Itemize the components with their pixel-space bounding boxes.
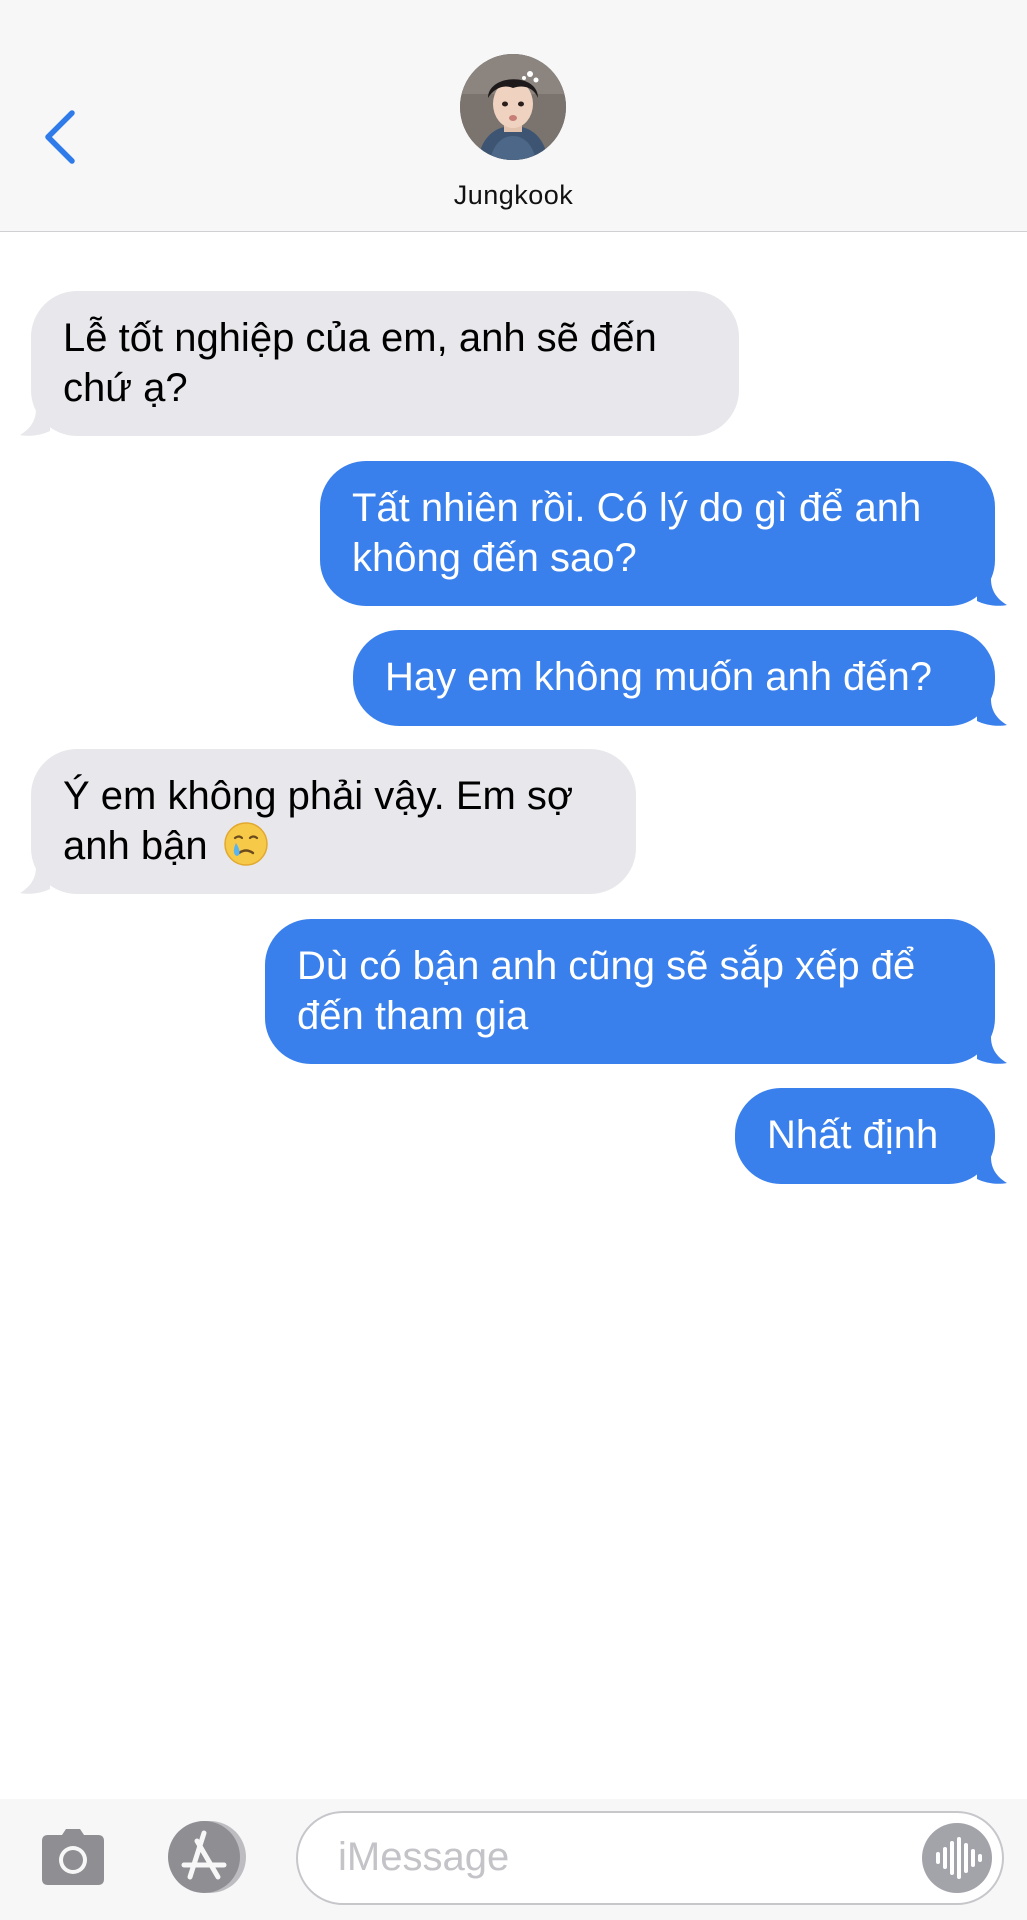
- camera-icon: [42, 1829, 104, 1885]
- message-thread: Lễ tốt nghiệp của em, anh sẽ đến chứ ạ? …: [0, 231, 1027, 1799]
- app-store-icon: [168, 1821, 246, 1893]
- message-bubble-incoming[interactable]: Ý em không phải vậy. Em sợ anh bận: [31, 749, 636, 894]
- avatar-photo: [460, 54, 566, 160]
- camera-button[interactable]: [40, 1827, 106, 1887]
- audio-message-button[interactable]: [922, 1823, 992, 1893]
- message-text: Lễ tốt nghiệp của em, anh sẽ đến chứ ạ?: [63, 316, 657, 410]
- back-button[interactable]: [38, 105, 88, 169]
- message-text: Ý em không phải vậy. Em sợ anh bận: [63, 774, 574, 868]
- bubble-tail-incoming: [20, 867, 50, 894]
- message-text: Tất nhiên rồi. Có lý do gì để anh không …: [352, 486, 922, 580]
- bubble-tail-outgoing: [977, 1157, 1007, 1184]
- bubble-tail-outgoing: [977, 1037, 1007, 1064]
- message-bubble-outgoing[interactable]: Hay em không muốn anh đến?: [353, 630, 995, 726]
- message-text: Nhất định: [767, 1113, 939, 1157]
- bubble-tail-outgoing: [977, 579, 1007, 606]
- message-bubble-incoming[interactable]: Lễ tốt nghiệp của em, anh sẽ đến chứ ạ?: [31, 291, 739, 436]
- message-text: Dù có bận anh cũng sẽ sắp xếp để đến tha…: [297, 944, 916, 1038]
- message-bubble-outgoing[interactable]: Tất nhiên rồi. Có lý do gì để anh không …: [320, 461, 995, 606]
- imessage-input[interactable]: iMessage: [296, 1811, 1004, 1905]
- conversation-header: Jungkook: [0, 0, 1027, 232]
- contact-name[interactable]: Jungkook: [0, 180, 1027, 211]
- message-bubble-outgoing[interactable]: Nhất định: [735, 1088, 995, 1184]
- input-placeholder: iMessage: [338, 1835, 510, 1879]
- bubble-tail-outgoing: [977, 699, 1007, 726]
- message-text: Hay em không muốn anh đến?: [385, 655, 933, 699]
- message-bubble-outgoing[interactable]: Dù có bận anh cũng sẽ sắp xếp để đến tha…: [265, 919, 995, 1064]
- chevron-left-icon: [45, 110, 75, 164]
- crying-face-emoji-icon: [223, 822, 268, 866]
- composer-toolbar: iMessage: [0, 1799, 1027, 1920]
- contact-avatar[interactable]: [460, 54, 566, 160]
- bubble-tail-incoming: [20, 409, 50, 436]
- app-store-button[interactable]: [164, 1819, 254, 1895]
- waveform-icon: [936, 1837, 982, 1879]
